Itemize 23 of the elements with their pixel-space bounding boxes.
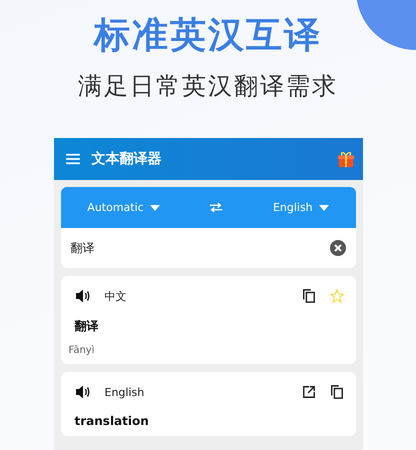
gift-icon[interactable] xyxy=(336,150,354,168)
menu-button[interactable] xyxy=(64,151,82,167)
star-icon[interactable] xyxy=(330,289,344,303)
translation-text: 翻译 xyxy=(74,318,100,335)
caret-icon xyxy=(150,204,160,210)
headline: 标准英汉互译 xyxy=(94,14,322,58)
subheadline: 满足日常英汉翻译需求 xyxy=(78,71,338,102)
swap-icon[interactable] xyxy=(209,202,224,213)
speaker-icon[interactable] xyxy=(74,384,90,400)
language-label: English xyxy=(104,386,144,398)
source-language-dropdown[interactable]: Automatic xyxy=(83,197,164,218)
target-language-dropdown[interactable]: English xyxy=(268,197,333,218)
translation-text: translation xyxy=(74,414,150,428)
speaker-icon[interactable] xyxy=(74,288,90,304)
copy-icon[interactable] xyxy=(330,385,344,399)
input-field[interactable]: 翻译 xyxy=(70,239,330,257)
caret-icon xyxy=(318,204,329,210)
language-label: 中文 xyxy=(104,288,126,304)
copy-icon[interactable] xyxy=(302,289,316,303)
app-title: 文本翻译器 xyxy=(92,150,162,168)
pinyin-text: Fānyì xyxy=(68,345,96,356)
share-icon[interactable] xyxy=(302,385,316,399)
clear-icon[interactable] xyxy=(330,240,346,256)
